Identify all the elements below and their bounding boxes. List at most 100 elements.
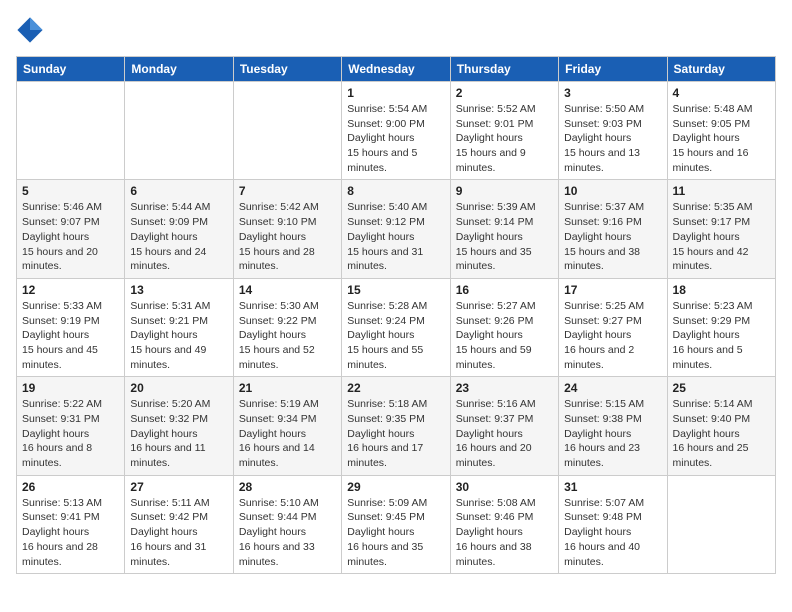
- calendar-day-cell: 13 Sunrise: 5:31 AM Sunset: 9:21 PM Dayl…: [125, 278, 233, 376]
- calendar-day-cell: 9 Sunrise: 5:39 AM Sunset: 9:14 PM Dayli…: [450, 180, 558, 278]
- day-number: 2: [456, 86, 553, 100]
- day-info: Sunrise: 5:23 AM Sunset: 9:29 PM Dayligh…: [673, 299, 770, 372]
- day-number: 31: [564, 480, 661, 494]
- logo-icon: [16, 16, 44, 44]
- day-info: Sunrise: 5:48 AM Sunset: 9:05 PM Dayligh…: [673, 102, 770, 175]
- calendar-day-cell: 14 Sunrise: 5:30 AM Sunset: 9:22 PM Dayl…: [233, 278, 341, 376]
- day-number: 29: [347, 480, 444, 494]
- calendar-week-row: 1 Sunrise: 5:54 AM Sunset: 9:00 PM Dayli…: [17, 82, 776, 180]
- calendar-day-cell: 26 Sunrise: 5:13 AM Sunset: 9:41 PM Dayl…: [17, 475, 125, 573]
- calendar-week-row: 12 Sunrise: 5:33 AM Sunset: 9:19 PM Dayl…: [17, 278, 776, 376]
- calendar-day-cell: 21 Sunrise: 5:19 AM Sunset: 9:34 PM Dayl…: [233, 377, 341, 475]
- day-number: 27: [130, 480, 227, 494]
- weekday-header: Friday: [559, 57, 667, 82]
- day-number: 16: [456, 283, 553, 297]
- day-info: Sunrise: 5:30 AM Sunset: 9:22 PM Dayligh…: [239, 299, 336, 372]
- day-number: 18: [673, 283, 770, 297]
- day-info: Sunrise: 5:35 AM Sunset: 9:17 PM Dayligh…: [673, 200, 770, 273]
- day-info: Sunrise: 5:15 AM Sunset: 9:38 PM Dayligh…: [564, 397, 661, 470]
- calendar-day-cell: 20 Sunrise: 5:20 AM Sunset: 9:32 PM Dayl…: [125, 377, 233, 475]
- calendar-day-cell: 15 Sunrise: 5:28 AM Sunset: 9:24 PM Dayl…: [342, 278, 450, 376]
- day-info: Sunrise: 5:22 AM Sunset: 9:31 PM Dayligh…: [22, 397, 119, 470]
- calendar-day-cell: 19 Sunrise: 5:22 AM Sunset: 9:31 PM Dayl…: [17, 377, 125, 475]
- day-number: 30: [456, 480, 553, 494]
- calendar-day-cell: 28 Sunrise: 5:10 AM Sunset: 9:44 PM Dayl…: [233, 475, 341, 573]
- day-number: 15: [347, 283, 444, 297]
- calendar-week-row: 19 Sunrise: 5:22 AM Sunset: 9:31 PM Dayl…: [17, 377, 776, 475]
- weekday-header: Monday: [125, 57, 233, 82]
- calendar-day-cell: 31 Sunrise: 5:07 AM Sunset: 9:48 PM Dayl…: [559, 475, 667, 573]
- calendar-table: SundayMondayTuesdayWednesdayThursdayFrid…: [16, 56, 776, 574]
- day-info: Sunrise: 5:13 AM Sunset: 9:41 PM Dayligh…: [22, 496, 119, 569]
- day-info: Sunrise: 5:27 AM Sunset: 9:26 PM Dayligh…: [456, 299, 553, 372]
- calendar-week-row: 5 Sunrise: 5:46 AM Sunset: 9:07 PM Dayli…: [17, 180, 776, 278]
- day-info: Sunrise: 5:39 AM Sunset: 9:14 PM Dayligh…: [456, 200, 553, 273]
- day-info: Sunrise: 5:14 AM Sunset: 9:40 PM Dayligh…: [673, 397, 770, 470]
- day-number: 1: [347, 86, 444, 100]
- day-number: 8: [347, 184, 444, 198]
- day-info: Sunrise: 5:33 AM Sunset: 9:19 PM Dayligh…: [22, 299, 119, 372]
- weekday-header: Tuesday: [233, 57, 341, 82]
- day-info: Sunrise: 5:25 AM Sunset: 9:27 PM Dayligh…: [564, 299, 661, 372]
- calendar-day-cell: [667, 475, 775, 573]
- day-number: 25: [673, 381, 770, 395]
- day-number: 11: [673, 184, 770, 198]
- calendar-week-row: 26 Sunrise: 5:13 AM Sunset: 9:41 PM Dayl…: [17, 475, 776, 573]
- calendar-day-cell: 29 Sunrise: 5:09 AM Sunset: 9:45 PM Dayl…: [342, 475, 450, 573]
- day-info: Sunrise: 5:52 AM Sunset: 9:01 PM Dayligh…: [456, 102, 553, 175]
- calendar-day-cell: 18 Sunrise: 5:23 AM Sunset: 9:29 PM Dayl…: [667, 278, 775, 376]
- day-number: 21: [239, 381, 336, 395]
- day-number: 6: [130, 184, 227, 198]
- day-number: 17: [564, 283, 661, 297]
- day-info: Sunrise: 5:46 AM Sunset: 9:07 PM Dayligh…: [22, 200, 119, 273]
- day-info: Sunrise: 5:19 AM Sunset: 9:34 PM Dayligh…: [239, 397, 336, 470]
- calendar-day-cell: 8 Sunrise: 5:40 AM Sunset: 9:12 PM Dayli…: [342, 180, 450, 278]
- day-info: Sunrise: 5:16 AM Sunset: 9:37 PM Dayligh…: [456, 397, 553, 470]
- logo: [16, 16, 48, 44]
- calendar-day-cell: 11 Sunrise: 5:35 AM Sunset: 9:17 PM Dayl…: [667, 180, 775, 278]
- calendar-day-cell: 5 Sunrise: 5:46 AM Sunset: 9:07 PM Dayli…: [17, 180, 125, 278]
- calendar-day-cell: 3 Sunrise: 5:50 AM Sunset: 9:03 PM Dayli…: [559, 82, 667, 180]
- calendar-day-cell: 25 Sunrise: 5:14 AM Sunset: 9:40 PM Dayl…: [667, 377, 775, 475]
- day-number: 24: [564, 381, 661, 395]
- day-info: Sunrise: 5:11 AM Sunset: 9:42 PM Dayligh…: [130, 496, 227, 569]
- calendar-day-cell: 30 Sunrise: 5:08 AM Sunset: 9:46 PM Dayl…: [450, 475, 558, 573]
- day-info: Sunrise: 5:40 AM Sunset: 9:12 PM Dayligh…: [347, 200, 444, 273]
- day-number: 3: [564, 86, 661, 100]
- calendar-day-cell: 10 Sunrise: 5:37 AM Sunset: 9:16 PM Dayl…: [559, 180, 667, 278]
- day-info: Sunrise: 5:31 AM Sunset: 9:21 PM Dayligh…: [130, 299, 227, 372]
- day-number: 12: [22, 283, 119, 297]
- day-number: 23: [456, 381, 553, 395]
- day-info: Sunrise: 5:09 AM Sunset: 9:45 PM Dayligh…: [347, 496, 444, 569]
- calendar-day-cell: [125, 82, 233, 180]
- day-number: 7: [239, 184, 336, 198]
- day-number: 28: [239, 480, 336, 494]
- day-number: 14: [239, 283, 336, 297]
- calendar-day-cell: 1 Sunrise: 5:54 AM Sunset: 9:00 PM Dayli…: [342, 82, 450, 180]
- day-number: 9: [456, 184, 553, 198]
- day-info: Sunrise: 5:10 AM Sunset: 9:44 PM Dayligh…: [239, 496, 336, 569]
- calendar-day-cell: 16 Sunrise: 5:27 AM Sunset: 9:26 PM Dayl…: [450, 278, 558, 376]
- day-number: 26: [22, 480, 119, 494]
- day-number: 13: [130, 283, 227, 297]
- day-number: 4: [673, 86, 770, 100]
- calendar-day-cell: 17 Sunrise: 5:25 AM Sunset: 9:27 PM Dayl…: [559, 278, 667, 376]
- calendar-day-cell: 27 Sunrise: 5:11 AM Sunset: 9:42 PM Dayl…: [125, 475, 233, 573]
- weekday-header: Sunday: [17, 57, 125, 82]
- calendar-day-cell: 23 Sunrise: 5:16 AM Sunset: 9:37 PM Dayl…: [450, 377, 558, 475]
- day-number: 20: [130, 381, 227, 395]
- weekday-header: Saturday: [667, 57, 775, 82]
- day-info: Sunrise: 5:28 AM Sunset: 9:24 PM Dayligh…: [347, 299, 444, 372]
- weekday-header: Wednesday: [342, 57, 450, 82]
- weekday-header: Thursday: [450, 57, 558, 82]
- day-info: Sunrise: 5:37 AM Sunset: 9:16 PM Dayligh…: [564, 200, 661, 273]
- calendar-day-cell: [17, 82, 125, 180]
- day-info: Sunrise: 5:07 AM Sunset: 9:48 PM Dayligh…: [564, 496, 661, 569]
- day-info: Sunrise: 5:44 AM Sunset: 9:09 PM Dayligh…: [130, 200, 227, 273]
- day-number: 5: [22, 184, 119, 198]
- day-info: Sunrise: 5:20 AM Sunset: 9:32 PM Dayligh…: [130, 397, 227, 470]
- day-info: Sunrise: 5:18 AM Sunset: 9:35 PM Dayligh…: [347, 397, 444, 470]
- day-info: Sunrise: 5:54 AM Sunset: 9:00 PM Dayligh…: [347, 102, 444, 175]
- calendar-header-row: SundayMondayTuesdayWednesdayThursdayFrid…: [17, 57, 776, 82]
- calendar-day-cell: [233, 82, 341, 180]
